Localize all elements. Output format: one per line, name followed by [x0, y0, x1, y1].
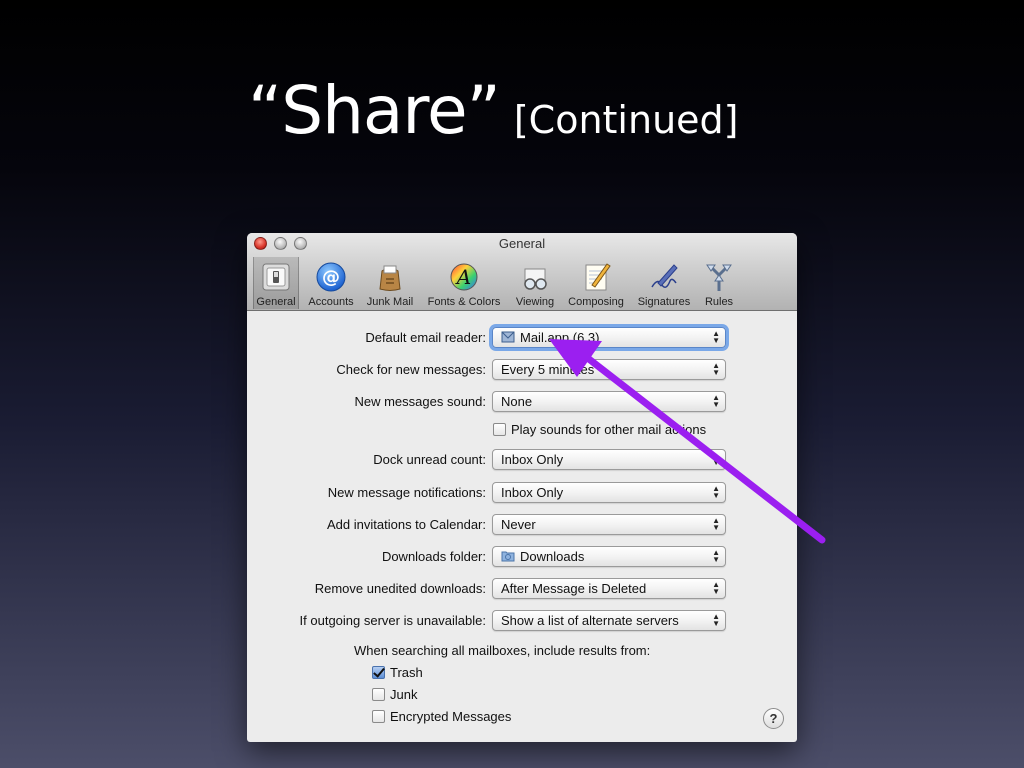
outgoing-server-value: Show a list of alternate servers	[501, 613, 679, 628]
tab-general[interactable]: General	[253, 257, 299, 309]
svg-text:@: @	[322, 267, 340, 288]
search-encrypted-label: Encrypted Messages	[390, 709, 512, 724]
dock-unread-popup[interactable]: Inbox Only ▲ ▼	[492, 449, 726, 470]
popup-arrows-icon: ▲ ▼	[712, 516, 720, 532]
slide-title: “Share” [Continued]	[248, 72, 739, 149]
check-messages-row: Check for new messages: Every 5 minutes …	[247, 359, 797, 381]
notifications-popup[interactable]: Inbox Only ▲ ▼	[492, 482, 726, 503]
popup-arrows-icon: ▲ ▼	[712, 580, 720, 596]
notifications-label: New message notifications:	[327, 485, 486, 500]
tab-viewing[interactable]: Viewing	[510, 257, 560, 309]
default-reader-row: Default email reader: Mail.app (6.3) ▲ ▼	[247, 327, 797, 349]
tab-signatures[interactable]: Signatures	[633, 257, 695, 309]
glasses-icon	[524, 268, 547, 290]
tab-composing[interactable]: Composing	[564, 257, 628, 309]
window-title: General	[498, 236, 546, 251]
invitations-value: Never	[501, 517, 536, 532]
search-trash-checkbox[interactable]: Trash	[372, 665, 423, 680]
new-sound-popup[interactable]: None ▲ ▼	[492, 391, 726, 412]
general-switch-icon	[262, 263, 290, 291]
preferences-window: General General @ Accounts Junk Mail A F…	[247, 233, 797, 742]
popup-arrows-icon: ▲ ▼	[712, 393, 720, 409]
tab-label: Rules	[704, 296, 734, 308]
slide-title-main: “Share”	[248, 72, 501, 149]
tab-junk-mail[interactable]: Junk Mail	[363, 257, 417, 309]
composing-pencil-icon	[585, 263, 611, 291]
popup-arrows-icon: ▲ ▼	[712, 484, 720, 500]
check-messages-label: Check for new messages:	[336, 362, 486, 377]
tab-label: Fonts & Colors	[427, 296, 501, 308]
outgoing-server-label: If outgoing server is unavailable:	[299, 613, 486, 628]
folder-icon	[501, 551, 515, 562]
svg-text:A: A	[455, 265, 471, 289]
downloads-folder-popup[interactable]: Downloads ▲ ▼	[492, 546, 726, 567]
fonts-colors-icon: A	[450, 263, 478, 291]
notifications-row: New message notifications: Inbox Only ▲ ▼	[247, 482, 797, 504]
dock-unread-label: Dock unread count:	[373, 452, 486, 467]
preferences-toolbar: General General @ Accounts Junk Mail A F…	[247, 233, 797, 311]
signature-pen-icon	[651, 264, 678, 288]
outgoing-server-popup[interactable]: Show a list of alternate servers ▲ ▼	[492, 610, 726, 631]
play-sounds-label: Play sounds for other mail actions	[511, 422, 707, 437]
search-trash-label: Trash	[390, 665, 423, 680]
tab-rules[interactable]: Rules	[699, 257, 739, 309]
new-sound-row: New messages sound: None ▲ ▼	[247, 391, 797, 413]
tab-label: Junk Mail	[366, 296, 414, 308]
mail-app-icon	[501, 331, 515, 343]
popup-arrows-icon: ▲ ▼	[712, 612, 720, 628]
tab-accounts[interactable]: @ Accounts	[304, 257, 358, 309]
search-encrypted-checkbox[interactable]: Encrypted Messages	[372, 709, 511, 724]
tab-label: Viewing	[515, 296, 555, 308]
default-reader-label: Default email reader:	[365, 330, 486, 345]
help-button[interactable]: ?	[763, 708, 784, 729]
search-junk-label: Junk	[390, 687, 418, 702]
remove-downloads-value: After Message is Deleted	[501, 581, 647, 596]
tab-label: Composing	[568, 296, 624, 308]
downloads-folder-row: Downloads folder: Downloads ▲ ▼	[247, 546, 797, 568]
play-sounds-check[interactable]	[493, 423, 506, 436]
tab-label: General	[256, 296, 296, 308]
popup-arrows-icon: ▲ ▼	[712, 329, 720, 345]
junk-mail-bag-icon	[379, 265, 401, 291]
notifications-value: Inbox Only	[501, 485, 564, 500]
dock-unread-row: Dock unread count: Inbox Only ▲ ▼	[247, 449, 797, 471]
new-sound-label: New messages sound:	[354, 394, 486, 409]
search-heading: When searching all mailboxes, include re…	[354, 643, 651, 658]
tab-label: Accounts	[308, 296, 354, 308]
at-sign-icon: @	[316, 262, 346, 292]
remove-downloads-row: Remove unedited downloads: After Message…	[247, 578, 797, 600]
tab-label: Signatures	[637, 296, 691, 308]
check-messages-value: Every 5 minutes	[501, 362, 595, 377]
downloads-folder-value: Downloads	[520, 549, 585, 564]
invitations-row: Add invitations to Calendar: Never ▲ ▼	[247, 514, 797, 536]
search-junk-check[interactable]	[372, 688, 385, 701]
popup-arrows-icon: ▲ ▼	[712, 451, 720, 467]
search-junk-checkbox[interactable]: Junk	[372, 687, 417, 702]
downloads-folder-label: Downloads folder:	[381, 549, 486, 564]
tab-fonts-colors[interactable]: A Fonts & Colors	[422, 257, 506, 309]
popup-arrows-icon: ▲ ▼	[712, 361, 720, 377]
invitations-label: Add invitations to Calendar:	[327, 517, 486, 532]
rules-arrows-icon	[706, 264, 732, 291]
dock-unread-value: Inbox Only	[501, 452, 564, 467]
search-trash-check[interactable]	[372, 666, 385, 679]
check-messages-popup[interactable]: Every 5 minutes ▲ ▼	[492, 359, 726, 380]
default-reader-popup[interactable]: Mail.app (6.3) ▲ ▼	[492, 327, 726, 348]
default-reader-value: Mail.app (6.3)	[520, 330, 600, 345]
new-sound-value: None	[501, 394, 533, 409]
slide-title-sub: [Continued]	[513, 98, 739, 142]
search-encrypted-check[interactable]	[372, 710, 385, 723]
play-sounds-checkbox[interactable]: Play sounds for other mail actions	[493, 422, 706, 437]
remove-downloads-popup[interactable]: After Message is Deleted ▲ ▼	[492, 578, 726, 599]
outgoing-server-row: If outgoing server is unavailable: Show …	[247, 610, 797, 632]
invitations-popup[interactable]: Never ▲ ▼	[492, 514, 726, 535]
popup-arrows-icon: ▲ ▼	[712, 548, 720, 564]
remove-downloads-label: Remove unedited downloads:	[314, 581, 486, 596]
